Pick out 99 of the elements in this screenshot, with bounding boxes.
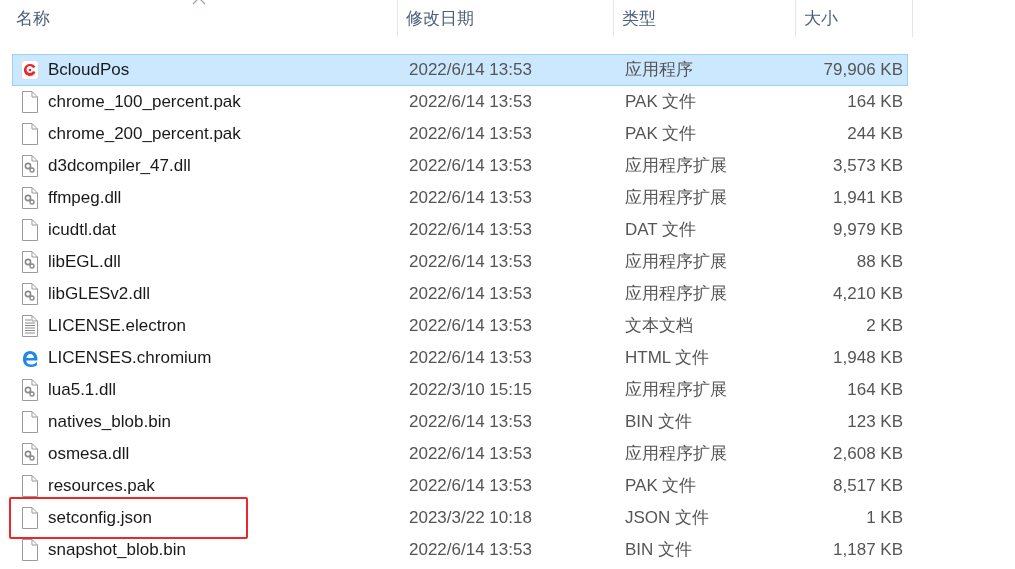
file-name: libEGL.dll — [48, 251, 121, 274]
file-row[interactable]: lua5.1.dll 2022/3/10 15:15 应用程序扩展 164 KB — [12, 374, 908, 406]
file-size: 123 KB — [846, 411, 903, 434]
file-row[interactable]: snapshot_blob.bin 2022/6/14 13:53 BIN 文件 1,187 KB — [12, 534, 908, 566]
modified-date: 2022/6/14 13:53 — [408, 539, 533, 562]
column-header[interactable]: 修改日期 — [398, 0, 614, 37]
file-type: 应用程序扩展 — [624, 443, 728, 466]
gear-file-icon — [21, 443, 39, 465]
file-size: 3,573 KB — [832, 155, 903, 178]
file-type: 应用程序扩展 — [624, 251, 728, 274]
modified-date: 2022/6/14 13:53 — [408, 283, 533, 306]
app-logo-icon — [21, 59, 39, 81]
file-row[interactable]: LICENSE.electron 2022/6/14 13:53 文本文档 2 KB — [12, 310, 908, 342]
file-name: d3dcompiler_47.dll — [48, 155, 191, 178]
file-row[interactable]: BcloudPos 2022/6/14 13:53 应用程序 79,906 KB — [12, 54, 908, 86]
modified-date: 2022/6/14 13:53 — [408, 91, 533, 114]
file-row[interactable]: icudtl.dat 2022/6/14 13:53 DAT 文件 9,979 KB — [12, 214, 908, 246]
file-icon — [21, 507, 39, 529]
file-type: 应用程序扩展 — [624, 187, 728, 210]
file-icon — [21, 539, 39, 561]
file-row[interactable]: setconfig.json 2023/3/22 10:18 JSON 文件 1 KB — [12, 502, 908, 534]
file-name: ffmpeg.dll — [48, 187, 122, 210]
gear-file-icon — [21, 379, 39, 401]
file-name: LICENSES.chromium — [48, 347, 212, 370]
modified-date: 2022/6/14 13:53 — [408, 347, 533, 370]
file-name: libGLESv2.dll — [48, 283, 151, 306]
file-type: JSON 文件 — [624, 507, 711, 530]
text-file-icon — [21, 315, 39, 337]
file-name: osmesa.dll — [48, 443, 130, 466]
file-type: PAK 文件 — [624, 475, 698, 498]
file-row[interactable]: resources.pak 2022/6/14 13:53 PAK 文件 8,517 KB — [12, 470, 908, 502]
modified-date: 2022/6/14 13:53 — [408, 475, 533, 498]
file-type: HTML 文件 — [624, 347, 711, 370]
file-size: 1,187 KB — [832, 539, 903, 562]
file-name: lua5.1.dll — [48, 379, 117, 402]
file-size: 164 KB — [846, 379, 903, 402]
file-size: 2,608 KB — [832, 443, 903, 466]
modified-date: 2022/6/14 13:53 — [408, 251, 533, 274]
gear-file-icon — [21, 187, 39, 209]
file-size: 1,941 KB — [832, 187, 903, 210]
file-name: LICENSE.electron — [48, 315, 186, 338]
file-type: PAK 文件 — [624, 91, 698, 114]
file-row[interactable]: LICENSES.chromium 2022/6/14 13:53 HTML 文件 1,948 KB — [12, 342, 908, 374]
file-row[interactable]: chrome_200_percent.pak 2022/6/14 13:53 PAK 文件 244 KB — [12, 118, 908, 150]
gear-file-icon — [21, 283, 39, 305]
modified-date: 2022/6/14 13:53 — [408, 411, 533, 434]
file-size: 9,979 KB — [832, 219, 903, 242]
file-name: BcloudPos — [48, 59, 130, 82]
modified-date: 2022/6/14 13:53 — [408, 155, 533, 178]
file-size: 79,906 KB — [822, 59, 903, 82]
modified-date: 2022/6/14 13:53 — [408, 59, 533, 82]
file-icon — [21, 219, 39, 241]
file-name: natives_blob.bin — [48, 411, 171, 434]
file-type: 应用程序扩展 — [624, 283, 728, 306]
file-icon — [21, 123, 39, 145]
modified-date: 2022/6/14 13:53 — [408, 219, 533, 242]
modified-date: 2023/3/22 10:18 — [408, 507, 533, 530]
column-header[interactable]: 名称 — [0, 0, 398, 37]
modified-date: 2022/6/14 13:53 — [408, 443, 533, 466]
file-size: 164 KB — [846, 91, 903, 114]
file-name: icudtl.dat — [48, 219, 117, 242]
modified-date: 2022/3/10 15:15 — [408, 379, 533, 402]
column-header[interactable]: 类型 — [614, 0, 796, 37]
file-name: resources.pak — [48, 475, 155, 498]
gear-file-icon — [21, 155, 39, 177]
file-size: 2 KB — [865, 315, 903, 338]
file-name: chrome_200_percent.pak — [48, 123, 241, 146]
file-icon — [21, 411, 39, 433]
file-row[interactable]: natives_blob.bin 2022/6/14 13:53 BIN 文件 123 KB — [12, 406, 908, 438]
modified-date: 2022/6/14 13:53 — [408, 187, 533, 210]
file-row[interactable]: libGLESv2.dll 2022/6/14 13:53 应用程序扩展 4,210 KB — [12, 278, 908, 310]
file-type: 应用程序扩展 — [624, 155, 728, 178]
file-icon — [21, 475, 39, 497]
file-type: 文本文档 — [624, 315, 694, 338]
file-size: 88 KB — [855, 251, 903, 274]
file-row[interactable]: ffmpeg.dll 2022/6/14 13:53 应用程序扩展 1,941 KB — [12, 182, 908, 214]
file-name: snapshot_blob.bin — [48, 539, 186, 562]
file-icon — [21, 91, 39, 113]
column-header[interactable]: 大小 — [796, 0, 913, 37]
file-name: setconfig.json — [48, 507, 152, 530]
file-type: BIN 文件 — [624, 539, 694, 562]
gear-file-icon — [21, 251, 39, 273]
file-row[interactable]: d3dcompiler_47.dll 2022/6/14 13:53 应用程序扩展 3,573 KB — [12, 150, 908, 182]
file-type: DAT 文件 — [624, 219, 698, 242]
file-size: 1 KB — [865, 507, 903, 530]
file-size: 244 KB — [846, 123, 903, 146]
file-size: 1,948 KB — [832, 347, 903, 370]
file-row[interactable]: chrome_100_percent.pak 2022/6/14 13:53 PAK 文件 164 KB — [12, 86, 908, 118]
modified-date: 2022/6/14 13:53 — [408, 315, 533, 338]
file-type: BIN 文件 — [624, 411, 694, 434]
file-size: 8,517 KB — [832, 475, 903, 498]
file-name: chrome_100_percent.pak — [48, 91, 241, 114]
file-type: 应用程序 — [624, 59, 694, 82]
file-type: 应用程序扩展 — [624, 379, 728, 402]
file-size: 4,210 KB — [832, 283, 903, 306]
file-type: PAK 文件 — [624, 123, 698, 146]
file-row[interactable]: osmesa.dll 2022/6/14 13:53 应用程序扩展 2,608 KB — [12, 438, 908, 470]
modified-date: 2022/6/14 13:53 — [408, 123, 533, 146]
file-row[interactable]: libEGL.dll 2022/6/14 13:53 应用程序扩展 88 KB — [12, 246, 908, 278]
